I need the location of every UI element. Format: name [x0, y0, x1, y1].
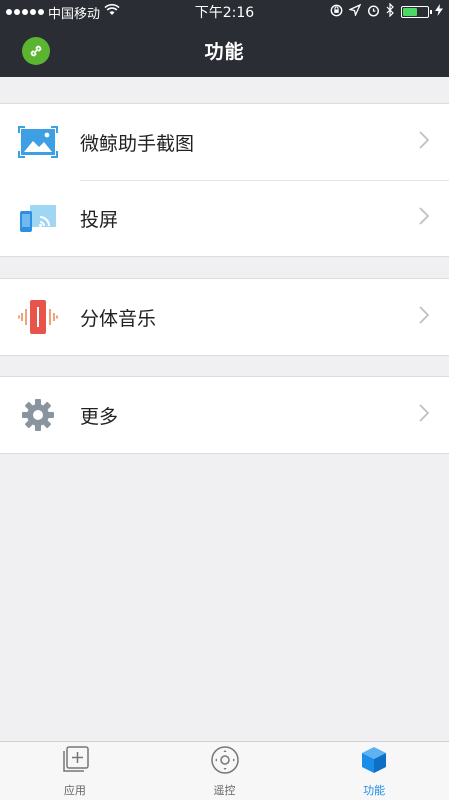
row-split-music[interactable]: 分体音乐 — [0, 279, 449, 355]
row-more[interactable]: 更多 — [0, 377, 449, 453]
row-label-cast-screen: 投屏 — [80, 208, 119, 231]
location-icon — [347, 3, 362, 20]
feature-section-1: 微鲸助手截图 投屏 — [0, 103, 449, 257]
link-icon[interactable] — [22, 37, 50, 65]
status-right — [330, 2, 443, 21]
rotation-lock-icon — [330, 4, 343, 21]
cast-screen-icon — [18, 198, 58, 238]
row-label-screenshot: 微鲸助手截图 — [80, 132, 195, 155]
status-bar: 中国移动 下午2:16 — [0, 0, 449, 24]
tab-label-features: 功能 — [363, 783, 386, 797]
carrier-name: 中国移动 — [48, 6, 101, 22]
screenshot-icon — [18, 122, 58, 162]
tab-apps[interactable]: 应用 — [0, 742, 150, 800]
feature-section-3: 更多 — [0, 376, 449, 454]
page-title: 功能 — [204, 41, 245, 63]
charging-icon — [435, 4, 443, 20]
chevron-right-icon — [419, 130, 430, 155]
tab-bar: 应用 遥控 功能 — [0, 741, 449, 800]
wifi-icon — [104, 3, 120, 20]
row-screenshot[interactable]: 微鲸助手截图 — [0, 104, 449, 180]
bluetooth-icon — [386, 2, 395, 21]
tab-label-remote: 遥控 — [213, 783, 236, 797]
row-label-more: 更多 — [80, 405, 119, 428]
status-left: 中国移动 — [6, 3, 330, 22]
feature-section-2: 分体音乐 — [0, 278, 449, 356]
gear-icon — [18, 395, 58, 435]
row-label-split-music: 分体音乐 — [80, 307, 157, 330]
chevron-right-icon — [419, 206, 430, 231]
tab-remote[interactable]: 遥控 — [150, 742, 300, 800]
cube-icon — [359, 745, 389, 779]
nav-bar: 功能 — [0, 24, 449, 77]
chevron-right-icon — [419, 403, 430, 428]
chevron-right-icon — [419, 305, 430, 330]
split-music-icon — [18, 297, 58, 337]
tab-label-apps: 应用 — [63, 783, 86, 797]
remote-icon — [210, 745, 240, 779]
tab-features[interactable]: 功能 — [299, 742, 449, 800]
signal-strength-icon — [6, 9, 44, 15]
alarm-icon — [367, 4, 380, 21]
row-cast-screen[interactable]: 投屏 — [0, 180, 449, 256]
apps-icon — [60, 745, 90, 779]
battery-icon — [401, 6, 432, 18]
